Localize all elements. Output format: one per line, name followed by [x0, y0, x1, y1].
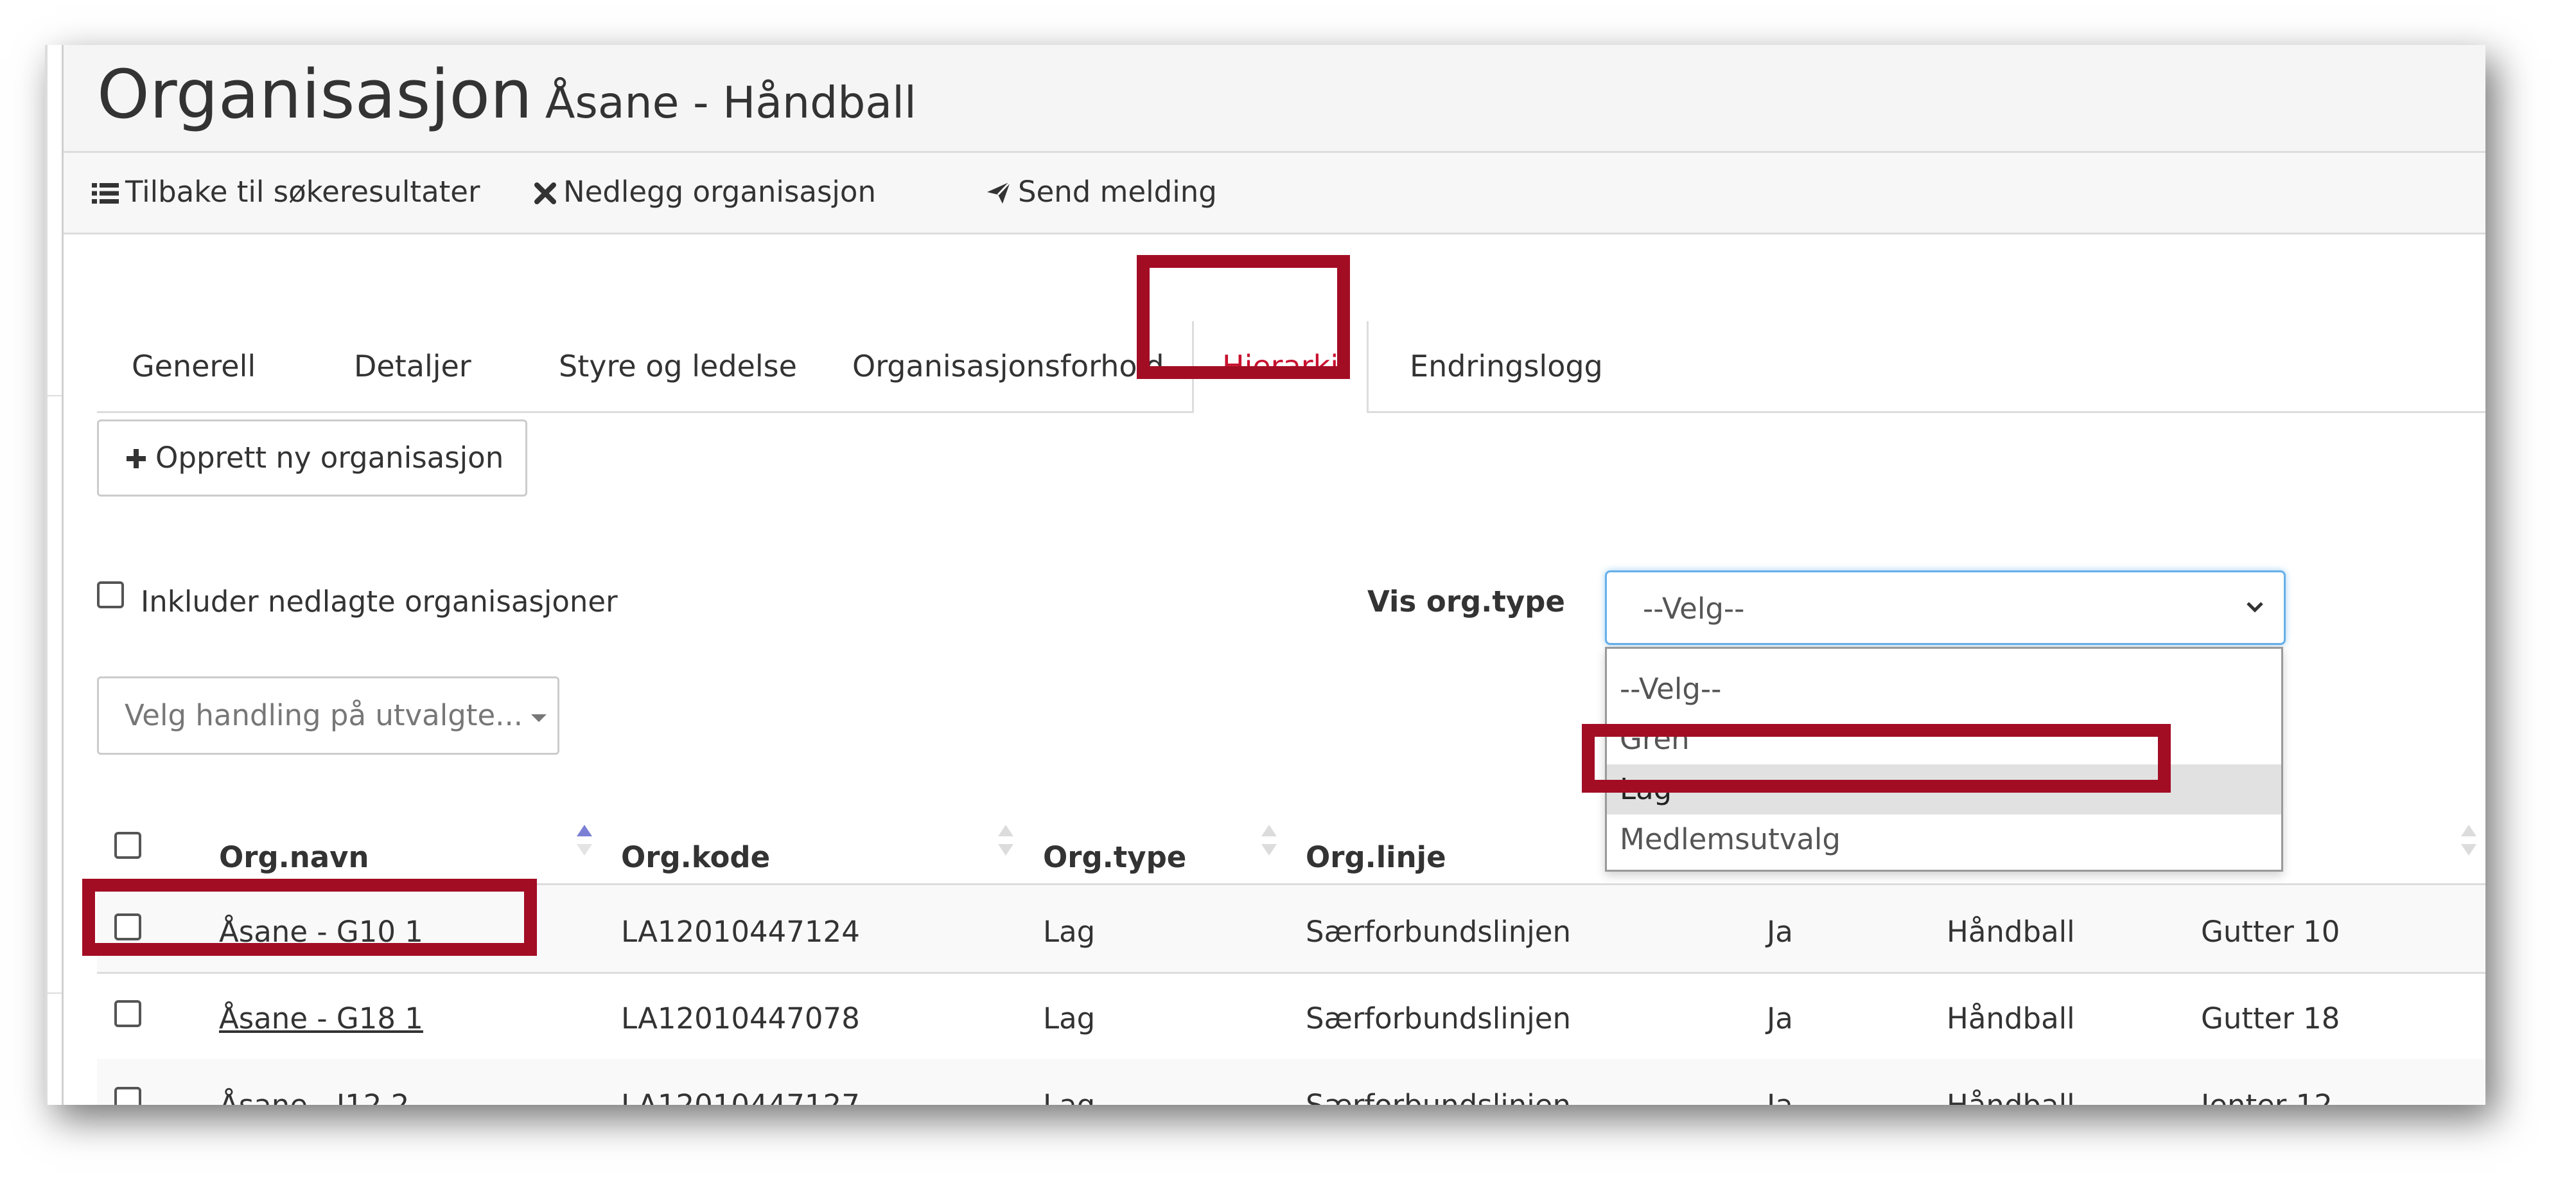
option-medlemsutvalg[interactable]: Medlemsutvalg: [1607, 815, 2281, 865]
tab-styre-og-ledelse[interactable]: Styre og ledelse: [559, 321, 797, 411]
page-header: Organisasjon Åsane - Håndball: [64, 45, 2485, 153]
caret-down-icon: [531, 714, 547, 722]
sort-icon[interactable]: [2460, 822, 2477, 858]
back-to-results-link[interactable]: Tilbake til søkeresultater: [92, 175, 480, 209]
column-header-org-type[interactable]: Org.type: [1043, 840, 1186, 874]
bulk-action-label: Velg handling på utvalgte...: [125, 698, 523, 732]
sort-icon[interactable]: [1261, 822, 1277, 858]
close-icon: [534, 182, 556, 204]
column-header-org-navn[interactable]: Org.navn: [219, 840, 369, 874]
org-class: Gutter 10: [2201, 915, 2340, 949]
option-gren[interactable]: Gren: [1607, 714, 2281, 764]
send-message-button[interactable]: Send melding: [986, 175, 1217, 209]
option-lag[interactable]: Lag: [1607, 764, 2281, 815]
org-name-link[interactable]: Åsane - J12 2: [219, 1088, 409, 1105]
shutdown-organization-label: Nedlegg organisasjon: [563, 175, 876, 209]
row-checkbox[interactable]: [114, 1087, 141, 1105]
plus-icon: [127, 449, 146, 468]
tab-detaljer[interactable]: Detaljer: [354, 321, 471, 411]
list-icon: [92, 183, 119, 204]
org-code: LA12010447078: [621, 1001, 860, 1035]
org-type-select[interactable]: --Velg--: [1605, 570, 2286, 645]
org-sport: Håndball: [1947, 1001, 2075, 1035]
tab-endringslogg[interactable]: Endringslogg: [1410, 321, 1603, 411]
table-row: Åsane - J12 2 LA12010447127 Lag Særforbu…: [97, 1059, 2485, 1105]
divider: [45, 395, 62, 396]
page-title: Organisasjon Åsane - Håndball: [97, 53, 916, 136]
page-subtitle: Åsane - Håndball: [545, 78, 916, 128]
org-line: Særforbundslinjen: [1306, 1001, 1571, 1035]
column-header-org-kode[interactable]: Org.kode: [621, 840, 770, 874]
screenshot-frame: Organisasjon Åsane - Håndball Tilbake til…: [45, 45, 2485, 1105]
option-velg[interactable]: --Velg--: [1607, 664, 2281, 714]
create-organization-button[interactable]: Opprett ny organisasjon: [97, 419, 527, 497]
page-title-text: Organisasjon: [97, 55, 532, 134]
org-line: Særforbundslinjen: [1306, 915, 1571, 949]
row-checkbox[interactable]: [114, 1000, 141, 1027]
org-active: Ja: [1767, 1001, 1793, 1035]
shutdown-organization-button[interactable]: Nedlegg organisasjon: [534, 175, 876, 209]
org-type: Lag: [1043, 915, 1096, 949]
main-panel: Organisasjon Åsane - Håndball Tilbake til…: [62, 45, 2485, 1105]
org-type-filter-label: Vis org.type: [1367, 585, 1565, 619]
table-row: Åsane - G10 1 LA12010447124 Lag Særforbu…: [97, 885, 2485, 974]
org-code: LA12010447124: [621, 915, 860, 949]
tab-hierarki[interactable]: Hierarki: [1192, 321, 1369, 413]
org-line: Særforbundslinjen: [1306, 1088, 1571, 1105]
tab-bar: Generell Detaljer Styre og ledelse Organ…: [97, 321, 2485, 413]
action-toolbar: Tilbake til søkeresultater Nedlegg organ…: [64, 153, 2485, 234]
tab-generell[interactable]: Generell: [132, 321, 256, 411]
send-message-label: Send melding: [1018, 175, 1217, 209]
org-code: LA12010447127: [621, 1088, 860, 1105]
row-checkbox[interactable]: [114, 913, 141, 940]
sort-icon[interactable]: [576, 822, 593, 858]
org-name-link[interactable]: Åsane - G10 1: [219, 915, 423, 949]
table-row: Åsane - G18 1 LA12010447078 Lag Særforbu…: [97, 972, 2485, 1061]
org-active: Ja: [1767, 1088, 1793, 1105]
create-organization-label: Opprett ny organisasjon: [155, 441, 504, 475]
divider: [45, 992, 62, 994]
send-icon: [987, 181, 1012, 204]
org-sport: Håndball: [1947, 915, 2075, 949]
org-class: Jenter 12: [2201, 1088, 2333, 1105]
org-type-options-list: --Velg-- Gren Lag Medlemsutvalg: [1605, 647, 2283, 872]
include-closed-checkbox[interactable]: [97, 581, 124, 608]
include-closed-label: Inkluder nedlagte organisasjoner: [141, 585, 618, 619]
org-type: Lag: [1043, 1088, 1095, 1105]
back-to-results-label: Tilbake til søkeresultater: [125, 175, 480, 209]
org-name-link[interactable]: Åsane - G18 1: [219, 1001, 423, 1035]
tab-organisasjonsforhold[interactable]: Organisasjonsforhold: [852, 321, 1164, 411]
org-class: Gutter 18: [2201, 1001, 2340, 1035]
left-sidebar-edge: [45, 45, 62, 1105]
select-all-checkbox[interactable]: [114, 832, 141, 859]
org-type-selected-value: --Velg--: [1643, 592, 1745, 626]
column-header-org-linje[interactable]: Org.linje: [1306, 840, 1446, 874]
bulk-action-dropdown[interactable]: Velg handling på utvalgte...: [97, 676, 559, 755]
org-sport: Håndball: [1947, 1088, 2075, 1105]
org-type: Lag: [1043, 1001, 1096, 1035]
sort-icon[interactable]: [997, 822, 1014, 858]
chevron-down-icon: [2247, 602, 2263, 613]
org-active: Ja: [1767, 915, 1793, 949]
